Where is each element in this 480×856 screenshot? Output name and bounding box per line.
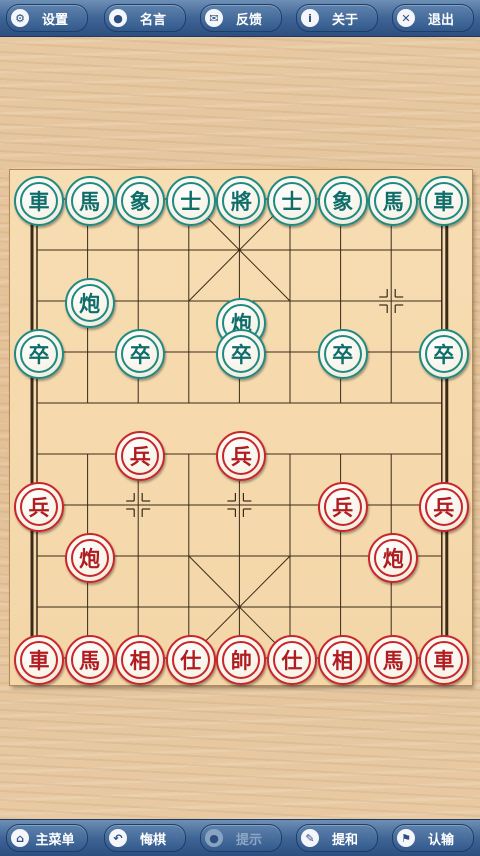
piece-label: 相 (121, 641, 160, 679)
black-piece[interactable]: 馬 (64, 176, 115, 226)
piece-label: 炮 (70, 284, 109, 322)
piece-label: 帥 (222, 641, 261, 679)
piece-label: 將 (222, 182, 261, 220)
piece-label: 仕 (273, 641, 311, 679)
piece-label: 馬 (374, 641, 413, 679)
pencil-icon: ✎ (301, 829, 319, 847)
exit-button[interactable]: ✕ 退出 (392, 4, 474, 32)
main-menu-button[interactable]: ⌂ 主菜单 (6, 824, 88, 852)
black-piece[interactable]: 卒 (14, 329, 64, 379)
piece-label: 卒 (424, 335, 463, 373)
piece-label: 士 (171, 182, 210, 220)
offer-draw-label: 提和 (331, 832, 358, 848)
black-piece[interactable]: 卒 (115, 329, 166, 379)
piece-label: 馬 (374, 182, 413, 220)
piece-label: 馬 (70, 641, 109, 679)
piece-label: 兵 (424, 488, 463, 526)
offer-draw-button[interactable]: ✎ 提和 (296, 824, 378, 852)
piece-label: 仕 (171, 641, 210, 679)
black-piece[interactable]: 象 (317, 176, 368, 226)
black-piece[interactable]: 馬 (368, 176, 419, 226)
black-piece[interactable]: 士 (165, 176, 216, 226)
red-piece[interactable]: 炮 (64, 533, 115, 583)
black-piece[interactable]: 士 (267, 176, 317, 226)
black-piece[interactable]: 象 (115, 176, 166, 226)
mail-icon: ✉ (205, 9, 223, 27)
piece-label: 兵 (323, 488, 362, 526)
close-icon: ✕ (397, 9, 415, 27)
red-piece[interactable]: 兵 (14, 482, 64, 532)
black-piece[interactable]: 卒 (418, 329, 469, 379)
piece-label: 卒 (323, 335, 362, 373)
red-piece[interactable]: 兵 (317, 482, 368, 532)
undo-label: 悔棋 (139, 832, 166, 848)
black-piece[interactable]: 炮 (64, 278, 115, 328)
top-toolbar: ⚙ 设置 ● 名言 ✉ 反馈 i 关于 ✕ 退出 (0, 0, 480, 37)
red-piece[interactable]: 車 (14, 635, 64, 685)
red-piece[interactable]: 兵 (115, 431, 166, 481)
about-label: 关于 (331, 12, 358, 28)
feedback-label: 反馈 (235, 12, 262, 28)
hint-button[interactable]: ● 提示 (200, 824, 282, 852)
xiangqi-board[interactable]: 車馬象士將士象馬車炮炮卒卒卒卒卒兵兵兵兵兵炮炮車馬相仕帥仕相馬車 (10, 170, 472, 685)
black-piece[interactable]: 車 (14, 176, 64, 226)
quotes-label: 名言 (139, 12, 166, 28)
red-piece[interactable]: 炮 (368, 533, 419, 583)
piece-label: 炮 (374, 539, 413, 577)
resign-button[interactable]: ⚑ 认输 (392, 824, 474, 852)
bottom-toolbar: ⌂ 主菜单 ↶ 悔棋 ● 提示 ✎ 提和 ⚑ 认输 (0, 819, 480, 856)
red-piece[interactable]: 相 (115, 635, 166, 685)
home-icon: ⌂ (11, 829, 29, 847)
settings-label: 设置 (41, 12, 68, 28)
settings-button[interactable]: ⚙ 设置 (6, 4, 88, 32)
resign-label: 认输 (427, 832, 454, 848)
red-piece[interactable]: 馬 (368, 635, 419, 685)
piece-label: 兵 (121, 437, 160, 475)
red-piece[interactable]: 相 (317, 635, 368, 685)
exit-label: 退出 (427, 12, 454, 28)
hint-label: 提示 (235, 832, 262, 848)
piece-label: 馬 (70, 182, 109, 220)
piece-label: 車 (20, 641, 58, 679)
piece-label: 卒 (20, 335, 58, 373)
piece-label: 炮 (70, 539, 109, 577)
piece-label: 士 (273, 182, 311, 220)
piece-label: 卒 (121, 335, 160, 373)
lightbulb-icon: ● (205, 829, 223, 847)
red-piece[interactable]: 兵 (418, 482, 469, 532)
piece-label: 象 (323, 182, 362, 220)
flag-icon: ⚑ (397, 829, 415, 847)
undo-button[interactable]: ↶ 悔棋 (104, 824, 186, 852)
piece-label: 相 (323, 641, 362, 679)
piece-label: 卒 (222, 335, 261, 373)
piece-label: 象 (121, 182, 160, 220)
red-piece[interactable]: 仕 (267, 635, 317, 685)
about-button[interactable]: i 关于 (296, 4, 378, 32)
red-piece[interactable]: 馬 (64, 635, 115, 685)
chat-bubble-icon: ● (109, 9, 127, 27)
black-piece[interactable]: 卒 (317, 329, 368, 379)
main-menu-label: 主菜单 (35, 832, 75, 848)
piece-label: 兵 (20, 488, 58, 526)
black-piece[interactable]: 車 (418, 176, 469, 226)
undo-icon: ↶ (109, 829, 127, 847)
quotes-button[interactable]: ● 名言 (104, 4, 186, 32)
piece-label: 車 (424, 182, 463, 220)
feedback-button[interactable]: ✉ 反馈 (200, 4, 282, 32)
info-icon: i (301, 9, 319, 27)
red-piece[interactable]: 車 (418, 635, 469, 685)
gear-icon: ⚙ (11, 9, 29, 27)
piece-label: 車 (424, 641, 463, 679)
piece-label: 車 (20, 182, 58, 220)
piece-label: 兵 (222, 437, 261, 475)
red-piece[interactable]: 仕 (165, 635, 216, 685)
